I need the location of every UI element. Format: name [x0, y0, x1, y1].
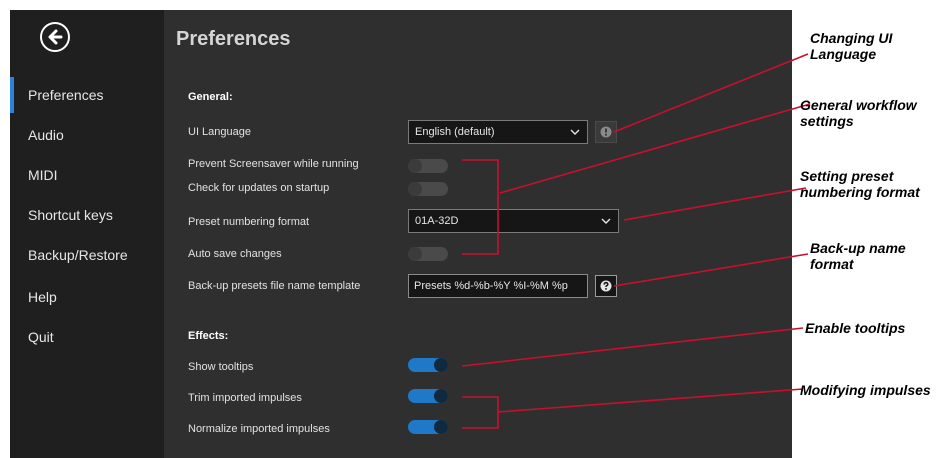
callout-backup: Back-up name format: [810, 240, 906, 272]
callout-impulses: Modifying impulses: [800, 382, 931, 398]
callout-numbering: Setting preset numbering format: [800, 168, 920, 200]
callout-ui-language: Changing UI Language: [810, 30, 893, 62]
callout-workflow: General workflow settings: [800, 97, 917, 129]
callout-tooltips: Enable tooltips: [805, 320, 906, 336]
